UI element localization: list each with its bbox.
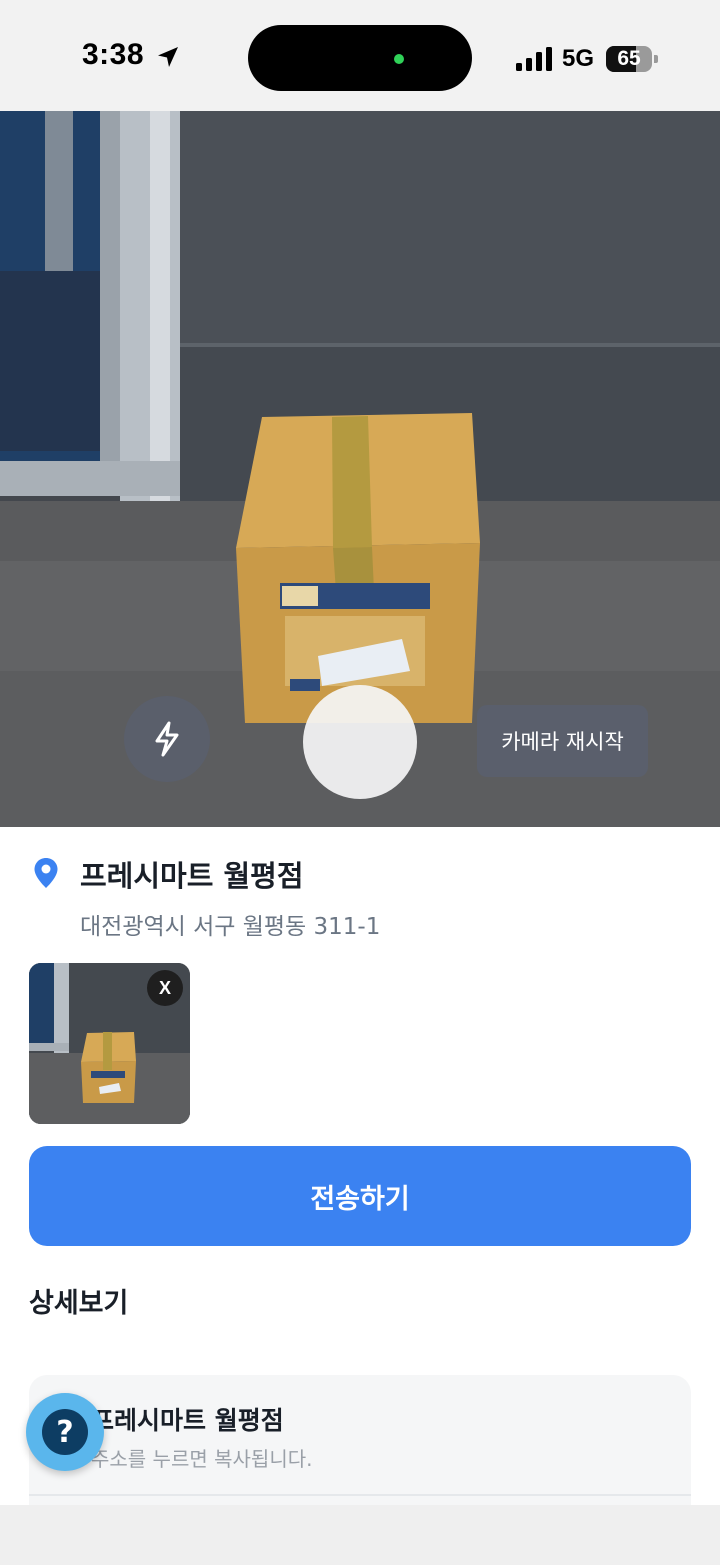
details-card-hint: 주소를 누르면 복사됩니다.: [91, 1447, 313, 1471]
camera-active-indicator: [394, 54, 404, 64]
details-card[interactable]: 프레시마트 월평점 주소를 누르면 복사됩니다.: [29, 1375, 691, 1505]
battery-icon: 65: [606, 46, 658, 72]
status-time: 3:38: [82, 38, 145, 71]
location-arrow-icon: [158, 47, 178, 67]
divider: [29, 1494, 691, 1496]
restart-camera-button[interactable]: 카메라 재시작: [477, 705, 648, 777]
remove-photo-button[interactable]: X: [147, 970, 183, 1006]
signal-icon: [516, 47, 552, 71]
network-type: 5G: [562, 45, 595, 72]
store-address[interactable]: 대전광역시 서구 월평동 311-1: [80, 907, 380, 941]
status-bar: 3:38 5G 65: [0, 0, 720, 111]
flash-button[interactable]: [124, 696, 210, 782]
shutter-button[interactable]: [303, 685, 417, 799]
dynamic-island: [248, 25, 472, 91]
help-icon: ?: [42, 1409, 88, 1455]
help-button[interactable]: ?: [26, 1393, 104, 1471]
battery-percent: 65: [617, 47, 641, 70]
camera-preview: 카메라 재시작: [0, 111, 720, 827]
store-name: 프레시마트 월평점: [80, 859, 304, 893]
send-button[interactable]: 전송하기: [29, 1146, 691, 1246]
bottom-bar: [0, 1505, 720, 1565]
flash-icon: [155, 721, 179, 757]
details-card-store-name: 프레시마트 월평점: [91, 1406, 284, 1435]
map-pin-icon: [34, 858, 58, 888]
details-title: 상세보기: [29, 1288, 129, 1319]
